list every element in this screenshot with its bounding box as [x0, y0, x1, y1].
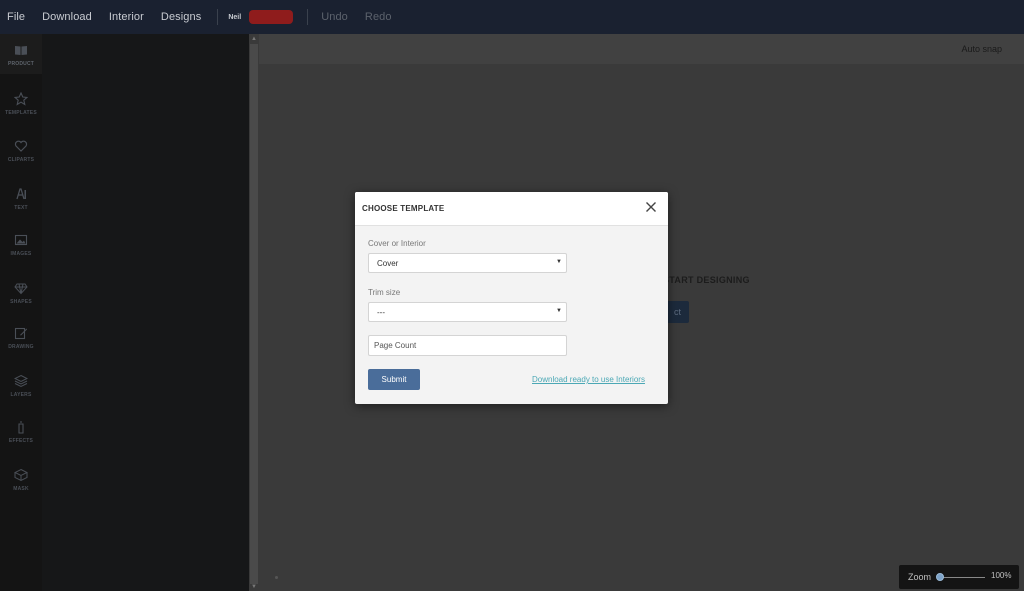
- scroll-down-icon[interactable]: ▼: [251, 584, 257, 590]
- scroll-up-icon[interactable]: ▲: [251, 36, 257, 42]
- rail-label: DRAWING: [8, 344, 34, 350]
- zoom-slider-thumb[interactable]: [936, 573, 944, 581]
- trim-size-value: ---: [377, 308, 385, 317]
- top-menu-bar: File Download Interior Designs Neil Undo…: [0, 0, 1024, 34]
- rail-item-shapes[interactable]: SHAPES: [0, 272, 42, 312]
- zoom-control: Zoom 100%: [899, 565, 1019, 589]
- menu-interior[interactable]: Interior: [109, 11, 144, 23]
- zoom-value: 100%: [991, 571, 1012, 580]
- menu-divider: [307, 9, 309, 25]
- start-designing-text: START DESIGNING: [663, 275, 750, 285]
- menu-download[interactable]: Download: [42, 11, 92, 23]
- canvas-dot: [275, 576, 278, 579]
- rail-item-layers[interactable]: LAYERS: [0, 365, 42, 405]
- zoom-label: Zoom: [908, 572, 932, 582]
- text-icon: [16, 188, 26, 200]
- menu-designs[interactable]: Designs: [161, 11, 201, 23]
- pencil-icon: [14, 327, 27, 340]
- page-count-input[interactable]: [368, 335, 567, 356]
- rail-item-cliparts[interactable]: CLIPARTS: [0, 130, 42, 170]
- menu-file[interactable]: File: [7, 11, 25, 23]
- submit-button[interactable]: Submit: [368, 369, 420, 390]
- rail-item-mask[interactable]: MASK: [0, 459, 42, 499]
- choose-template-modal: CHOOSE TEMPLATE Cover or Interior Cover …: [355, 192, 668, 404]
- panel-scrollbar[interactable]: ▲ ▼: [249, 34, 259, 591]
- cover-or-interior-label: Cover or Interior: [368, 239, 426, 248]
- cover-or-interior-value: Cover: [377, 259, 399, 268]
- cover-or-interior-select[interactable]: Cover ▼: [368, 253, 567, 273]
- chevron-down-icon: ▼: [556, 308, 562, 314]
- image-icon: [14, 234, 28, 246]
- layers-icon: [14, 374, 28, 388]
- zoom-slider-track[interactable]: [939, 577, 985, 578]
- user-badge[interactable]: [249, 10, 294, 24]
- wand-icon: [18, 421, 24, 434]
- modal-title: CHOOSE TEMPLATE: [362, 204, 445, 213]
- workspace-toolbar: Auto snap: [259, 34, 1024, 64]
- mask-icon: [14, 468, 28, 482]
- tool-rail: PRODUCT TEMPLATES CLIPARTS TEXT IMAGES S…: [0, 34, 42, 591]
- modal-header: CHOOSE TEMPLATE: [355, 192, 668, 226]
- rail-item-drawing[interactable]: DRAWING: [0, 317, 42, 357]
- trim-size-select[interactable]: --- ▼: [368, 302, 567, 322]
- rail-label: EFFECTS: [8, 438, 34, 444]
- rail-item-product[interactable]: PRODUCT: [0, 34, 42, 74]
- book-icon: [15, 46, 27, 55]
- auto-snap-toggle[interactable]: Auto snap: [961, 44, 1002, 54]
- rail-label: TEXT: [14, 205, 28, 211]
- rail-label: TEMPLATES: [5, 110, 37, 116]
- undo-button[interactable]: Undo: [321, 11, 348, 23]
- rail-label: CLIPARTS: [7, 157, 35, 163]
- rail-item-text[interactable]: TEXT: [0, 178, 42, 218]
- chevron-down-icon: ▼: [556, 259, 562, 265]
- side-panel: [42, 34, 249, 591]
- rail-label: PRODUCT: [7, 61, 35, 67]
- download-interiors-link[interactable]: Download ready to use Interiors: [532, 375, 645, 384]
- user-name: Neil: [228, 13, 242, 21]
- menu-divider: [217, 9, 219, 25]
- star-icon: [14, 92, 28, 106]
- rail-label: LAYERS: [10, 392, 32, 398]
- rail-label: MASK: [13, 486, 29, 492]
- scrollbar-thumb[interactable]: [250, 44, 258, 584]
- heart-icon: [14, 140, 28, 152]
- rail-item-images[interactable]: IMAGES: [0, 224, 42, 264]
- rail-item-templates[interactable]: TEMPLATES: [0, 83, 42, 123]
- rail-label: SHAPES: [10, 299, 32, 305]
- redo-button[interactable]: Redo: [365, 11, 392, 23]
- rail-item-effects[interactable]: EFFECTS: [0, 411, 42, 451]
- close-icon[interactable]: [644, 200, 658, 214]
- diamond-icon: [14, 283, 28, 295]
- rail-label: IMAGES: [10, 251, 32, 257]
- trim-size-label: Trim size: [368, 288, 401, 297]
